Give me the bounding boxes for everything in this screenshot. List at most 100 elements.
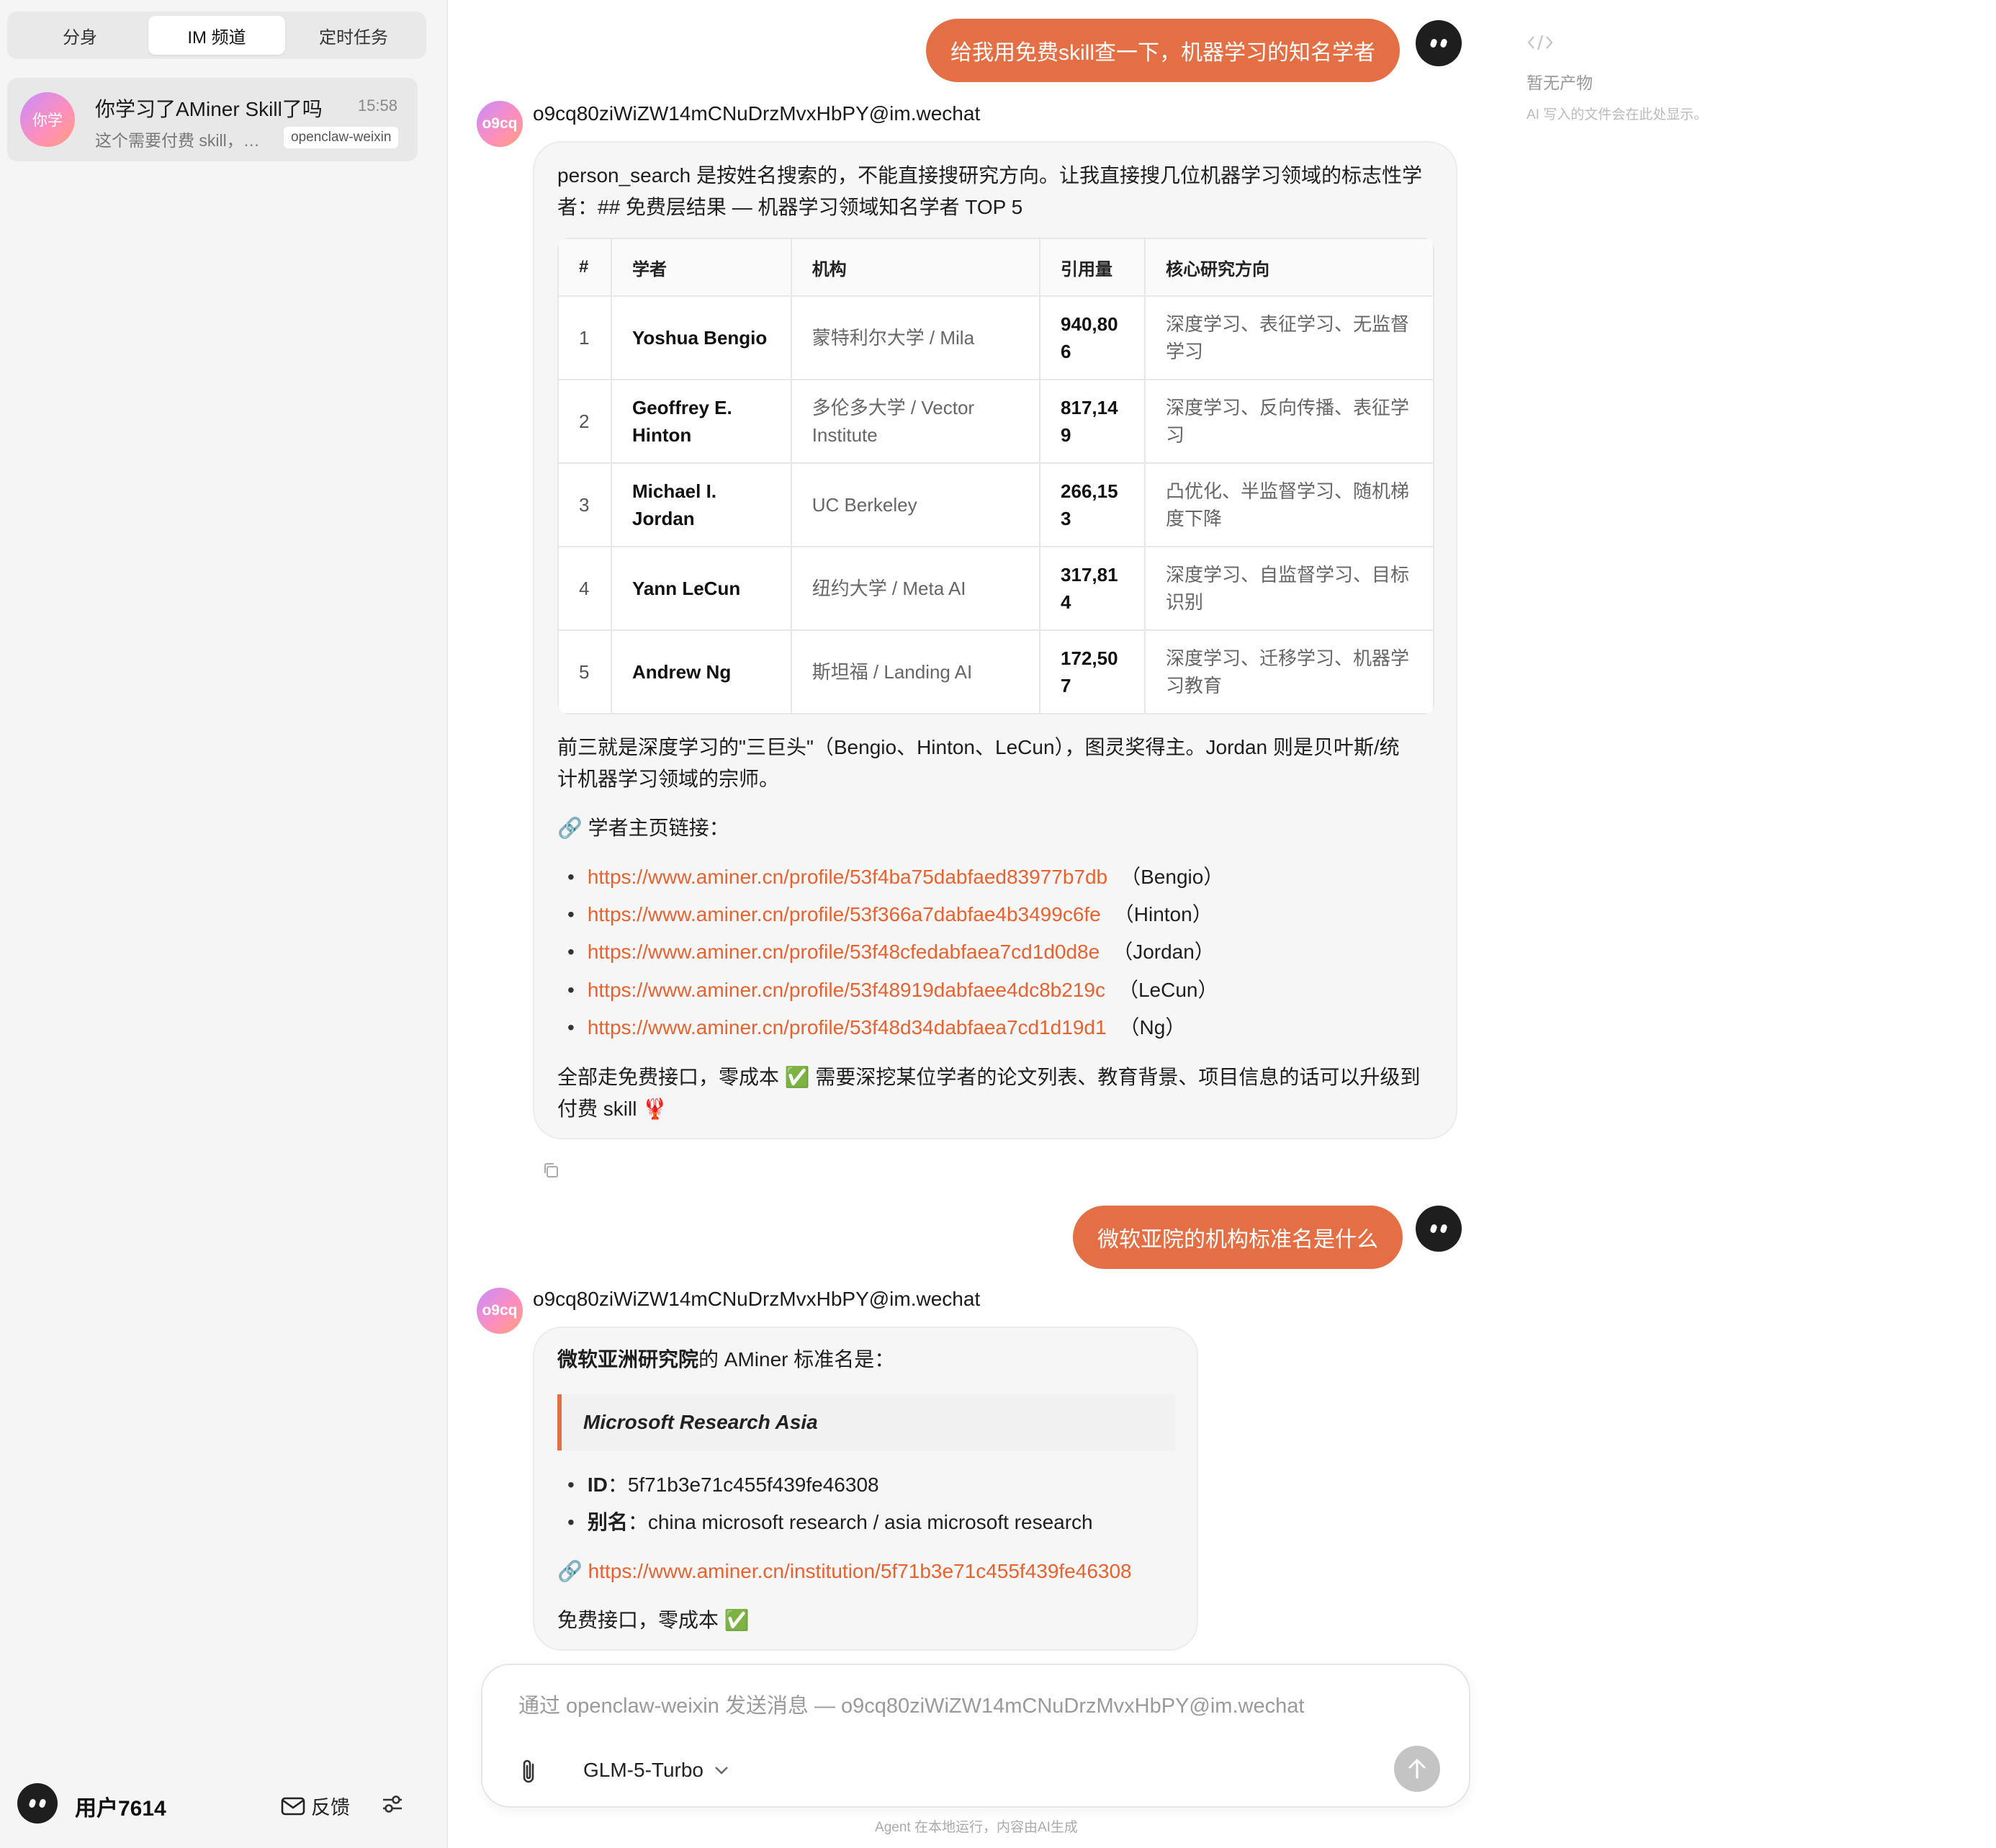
sender-name: o9cq80ziWiZW14mCNuDrzMvxHbPY@im.wechat xyxy=(533,1288,981,1310)
summary-line: 计机器学习领域的宗师。 xyxy=(557,768,780,790)
composer: GLM-5-Turbo xyxy=(481,1664,1470,1808)
copy-icon xyxy=(544,1163,558,1178)
institution-cell: 多伦多大学 / Vector Institute xyxy=(790,379,1041,464)
model-selector[interactable]: GLM-5-Turbo xyxy=(583,1759,729,1782)
user-name: 用户7614 xyxy=(75,1797,166,1821)
blockquote: Microsoft Research Asia xyxy=(557,1394,1175,1450)
sidebar: 分身 IM 频道 定时任务 你学 你学习了AMiner Skill了吗 15:5… xyxy=(0,0,448,1848)
direction-cell: 凸优化、半监督学习、随机梯 度下降 xyxy=(1144,462,1434,547)
list-item: https://www.aminer.cn/profile/53f366a7da… xyxy=(567,899,1213,930)
citation-cell: 266,15 3 xyxy=(1039,462,1146,547)
direction-cell: 深度学习、迁移学习、机器学 习教育 xyxy=(1144,629,1434,714)
reply-intro-line: 者：## 免费层结果 — 机器学习领域知名学者 TOP 5 xyxy=(557,196,1023,218)
sender-name: o9cq80ziWiZW14mCNuDrzMvxHbPY@im.wechat xyxy=(533,102,981,125)
sliders-icon xyxy=(383,1795,402,1813)
settings-button[interactable] xyxy=(380,1792,405,1820)
arrow-up-icon xyxy=(1408,1759,1426,1779)
citation-cell: 317,81 4 xyxy=(1039,546,1146,631)
institution-cell: 纽约大学 / Meta AI xyxy=(790,546,1041,631)
rank-cell: 1 xyxy=(557,295,612,380)
citation-cell: 817,14 9 xyxy=(1039,379,1146,464)
empty-subtitle: AI 写入的文件会在此处显示。 xyxy=(1527,107,1708,122)
copy-button[interactable] xyxy=(541,1161,560,1183)
mail-icon xyxy=(281,1797,305,1815)
list-item: https://www.aminer.cn/profile/53f48919da… xyxy=(567,974,1218,1006)
footnote: Agent 在本地运行，内容由AI生成 xyxy=(875,1820,1078,1835)
table-row: 2 Geoffrey E. Hinton 多伦多大学 / Vector Instit… xyxy=(557,379,1434,464)
scholar-cell: Yann LeCun xyxy=(610,546,792,631)
bot-avatar: o9cq xyxy=(477,1288,523,1334)
institution-cell: UC Berkeley xyxy=(790,462,1041,547)
col-header: # xyxy=(557,238,612,297)
list-item: https://www.aminer.cn/profile/53f4ba75da… xyxy=(567,861,1224,893)
model-name: GLM-5-Turbo xyxy=(583,1759,704,1781)
channel-badge: openclaw-weixin xyxy=(284,127,399,148)
user-avatar[interactable] xyxy=(17,1783,58,1824)
profile-link[interactable]: https://www.aminer.cn/profile/53f366a7da… xyxy=(588,903,1101,925)
institution-link-line: 🔗 https://www.aminer.cn/institution/5f71… xyxy=(557,1560,1132,1582)
institution-link[interactable]: https://www.aminer.cn/institution/5f71b3… xyxy=(588,1560,1132,1582)
reply-intro: 微软亚洲研究院的 AMiner 标准名是： xyxy=(557,1348,895,1371)
col-header: 核心研究方向 xyxy=(1144,238,1434,297)
table-header-row: # 学者 机构 引用量 核心研究方向 xyxy=(557,238,1434,297)
scholar-cell: Michael I. Jordan xyxy=(610,462,792,547)
empty-title: 暂无产物 xyxy=(1527,73,1593,92)
bot-message: person_search 是按姓名搜索的，不能直接搜研究方向。让我直接搜几位机… xyxy=(533,141,1457,1139)
profile-link[interactable]: https://www.aminer.cn/profile/53f4ba75da… xyxy=(588,866,1107,888)
institution-cell: 斯坦福 / Landing AI xyxy=(790,629,1041,714)
direction-cell: 深度学习、表征学习、无监督 学习 xyxy=(1144,295,1434,380)
profile-link[interactable]: https://www.aminer.cn/profile/53f48919da… xyxy=(588,979,1105,1001)
table-row: 5 Andrew Ng 斯坦福 / Landing AI 172,50 7 深度学… xyxy=(557,629,1434,714)
conversation-title: 你学习了AMiner Skill了吗 xyxy=(95,98,323,120)
bot-avatar: o9cq xyxy=(477,101,523,147)
col-header: 引用量 xyxy=(1039,238,1146,297)
scholar-cell: Yoshua Bengio xyxy=(610,295,792,380)
closing-line: 付费 skill 🦞 xyxy=(557,1098,668,1120)
user-bar: 用户7614 反馈 xyxy=(0,1779,446,1829)
table-row: 4 Yann LeCun 纽约大学 / Meta AI 317,81 4 深度学习… xyxy=(557,546,1434,631)
tab-scheduled-tasks[interactable]: 定时任务 xyxy=(285,16,422,55)
scholar-cell: Geoffrey E. Hinton xyxy=(610,379,792,464)
sidebar-tabs: 分身 IM 频道 定时任务 xyxy=(7,12,426,59)
user-avatar xyxy=(1416,20,1462,66)
profile-link[interactable]: https://www.aminer.cn/profile/53f48cfeda… xyxy=(588,941,1100,963)
user-avatar xyxy=(1416,1206,1462,1252)
list-item: 别名：china microsoft research / asia micro… xyxy=(567,1507,1093,1538)
direction-cell: 深度学习、反向传播、表征学习 xyxy=(1144,379,1434,464)
citation-cell: 940,80 6 xyxy=(1039,295,1146,380)
institution-cell: 蒙特利尔大学 / Mila xyxy=(790,295,1041,380)
feedback-button[interactable]: 反馈 xyxy=(281,1792,350,1820)
conversation-preview: 这个需要付费 skill，… xyxy=(95,131,260,150)
rank-cell: 3 xyxy=(557,462,612,547)
table-row: 3 Michael I. Jordan UC Berkeley 266,15 3 凸… xyxy=(557,462,1434,547)
send-button[interactable] xyxy=(1394,1746,1440,1792)
scholars-table: # 学者 机构 引用量 核心研究方向 1 Yoshua Bengio 蒙特利尔大… xyxy=(557,238,1434,714)
feedback-label: 反馈 xyxy=(311,1797,350,1818)
chevron-down-icon xyxy=(715,1767,728,1775)
links-heading: 🔗 学者主页链接： xyxy=(557,817,729,839)
tab-im-channel[interactable]: IM 频道 xyxy=(148,16,285,55)
conversation-avatar: 你学 xyxy=(20,92,75,147)
scholar-cell: Andrew Ng xyxy=(610,629,792,714)
citation-cell: 172,50 7 xyxy=(1039,629,1146,714)
standard-name: Microsoft Research Asia xyxy=(583,1411,818,1433)
user-message: 给我用免费skill查一下，机器学习的知名学者 xyxy=(926,19,1400,82)
rank-cell: 4 xyxy=(557,546,612,631)
rank-cell: 5 xyxy=(557,629,612,714)
conversation-time: 15:58 xyxy=(357,97,397,115)
col-header: 学者 xyxy=(610,238,792,297)
message-input[interactable] xyxy=(518,1688,1426,1724)
table-row: 1 Yoshua Bengio 蒙特利尔大学 / Mila 940,80 6 深度… xyxy=(557,295,1434,380)
code-icon xyxy=(1527,35,1553,50)
profile-link[interactable]: https://www.aminer.cn/profile/53f48d34da… xyxy=(588,1016,1107,1039)
closing-line: 全部走免费接口，零成本 ✅ 需要深挖某位学者的论文列表、教育背景、项目信息的话可… xyxy=(557,1066,1421,1088)
attach-button[interactable] xyxy=(520,1757,539,1790)
rank-cell: 2 xyxy=(557,379,612,464)
chat-area: 给我用免费skill查一下，机器学习的知名学者 o9cq o9cq80ziWiZ… xyxy=(449,0,1475,1848)
paperclip-icon xyxy=(523,1759,534,1783)
tab-avatars[interactable]: 分身 xyxy=(12,16,148,55)
summary-line: 前三就是深度学习的"三巨头"（Bengio、Hinton、LeCun），图灵奖得… xyxy=(557,736,1400,758)
list-item: https://www.aminer.cn/profile/53f48cfeda… xyxy=(567,936,1215,968)
closing-line: 免费接口，零成本 ✅ xyxy=(557,1609,750,1631)
conversation-item[interactable]: 你学 你学习了AMiner Skill了吗 15:58 这个需要付费 skill… xyxy=(7,78,418,161)
